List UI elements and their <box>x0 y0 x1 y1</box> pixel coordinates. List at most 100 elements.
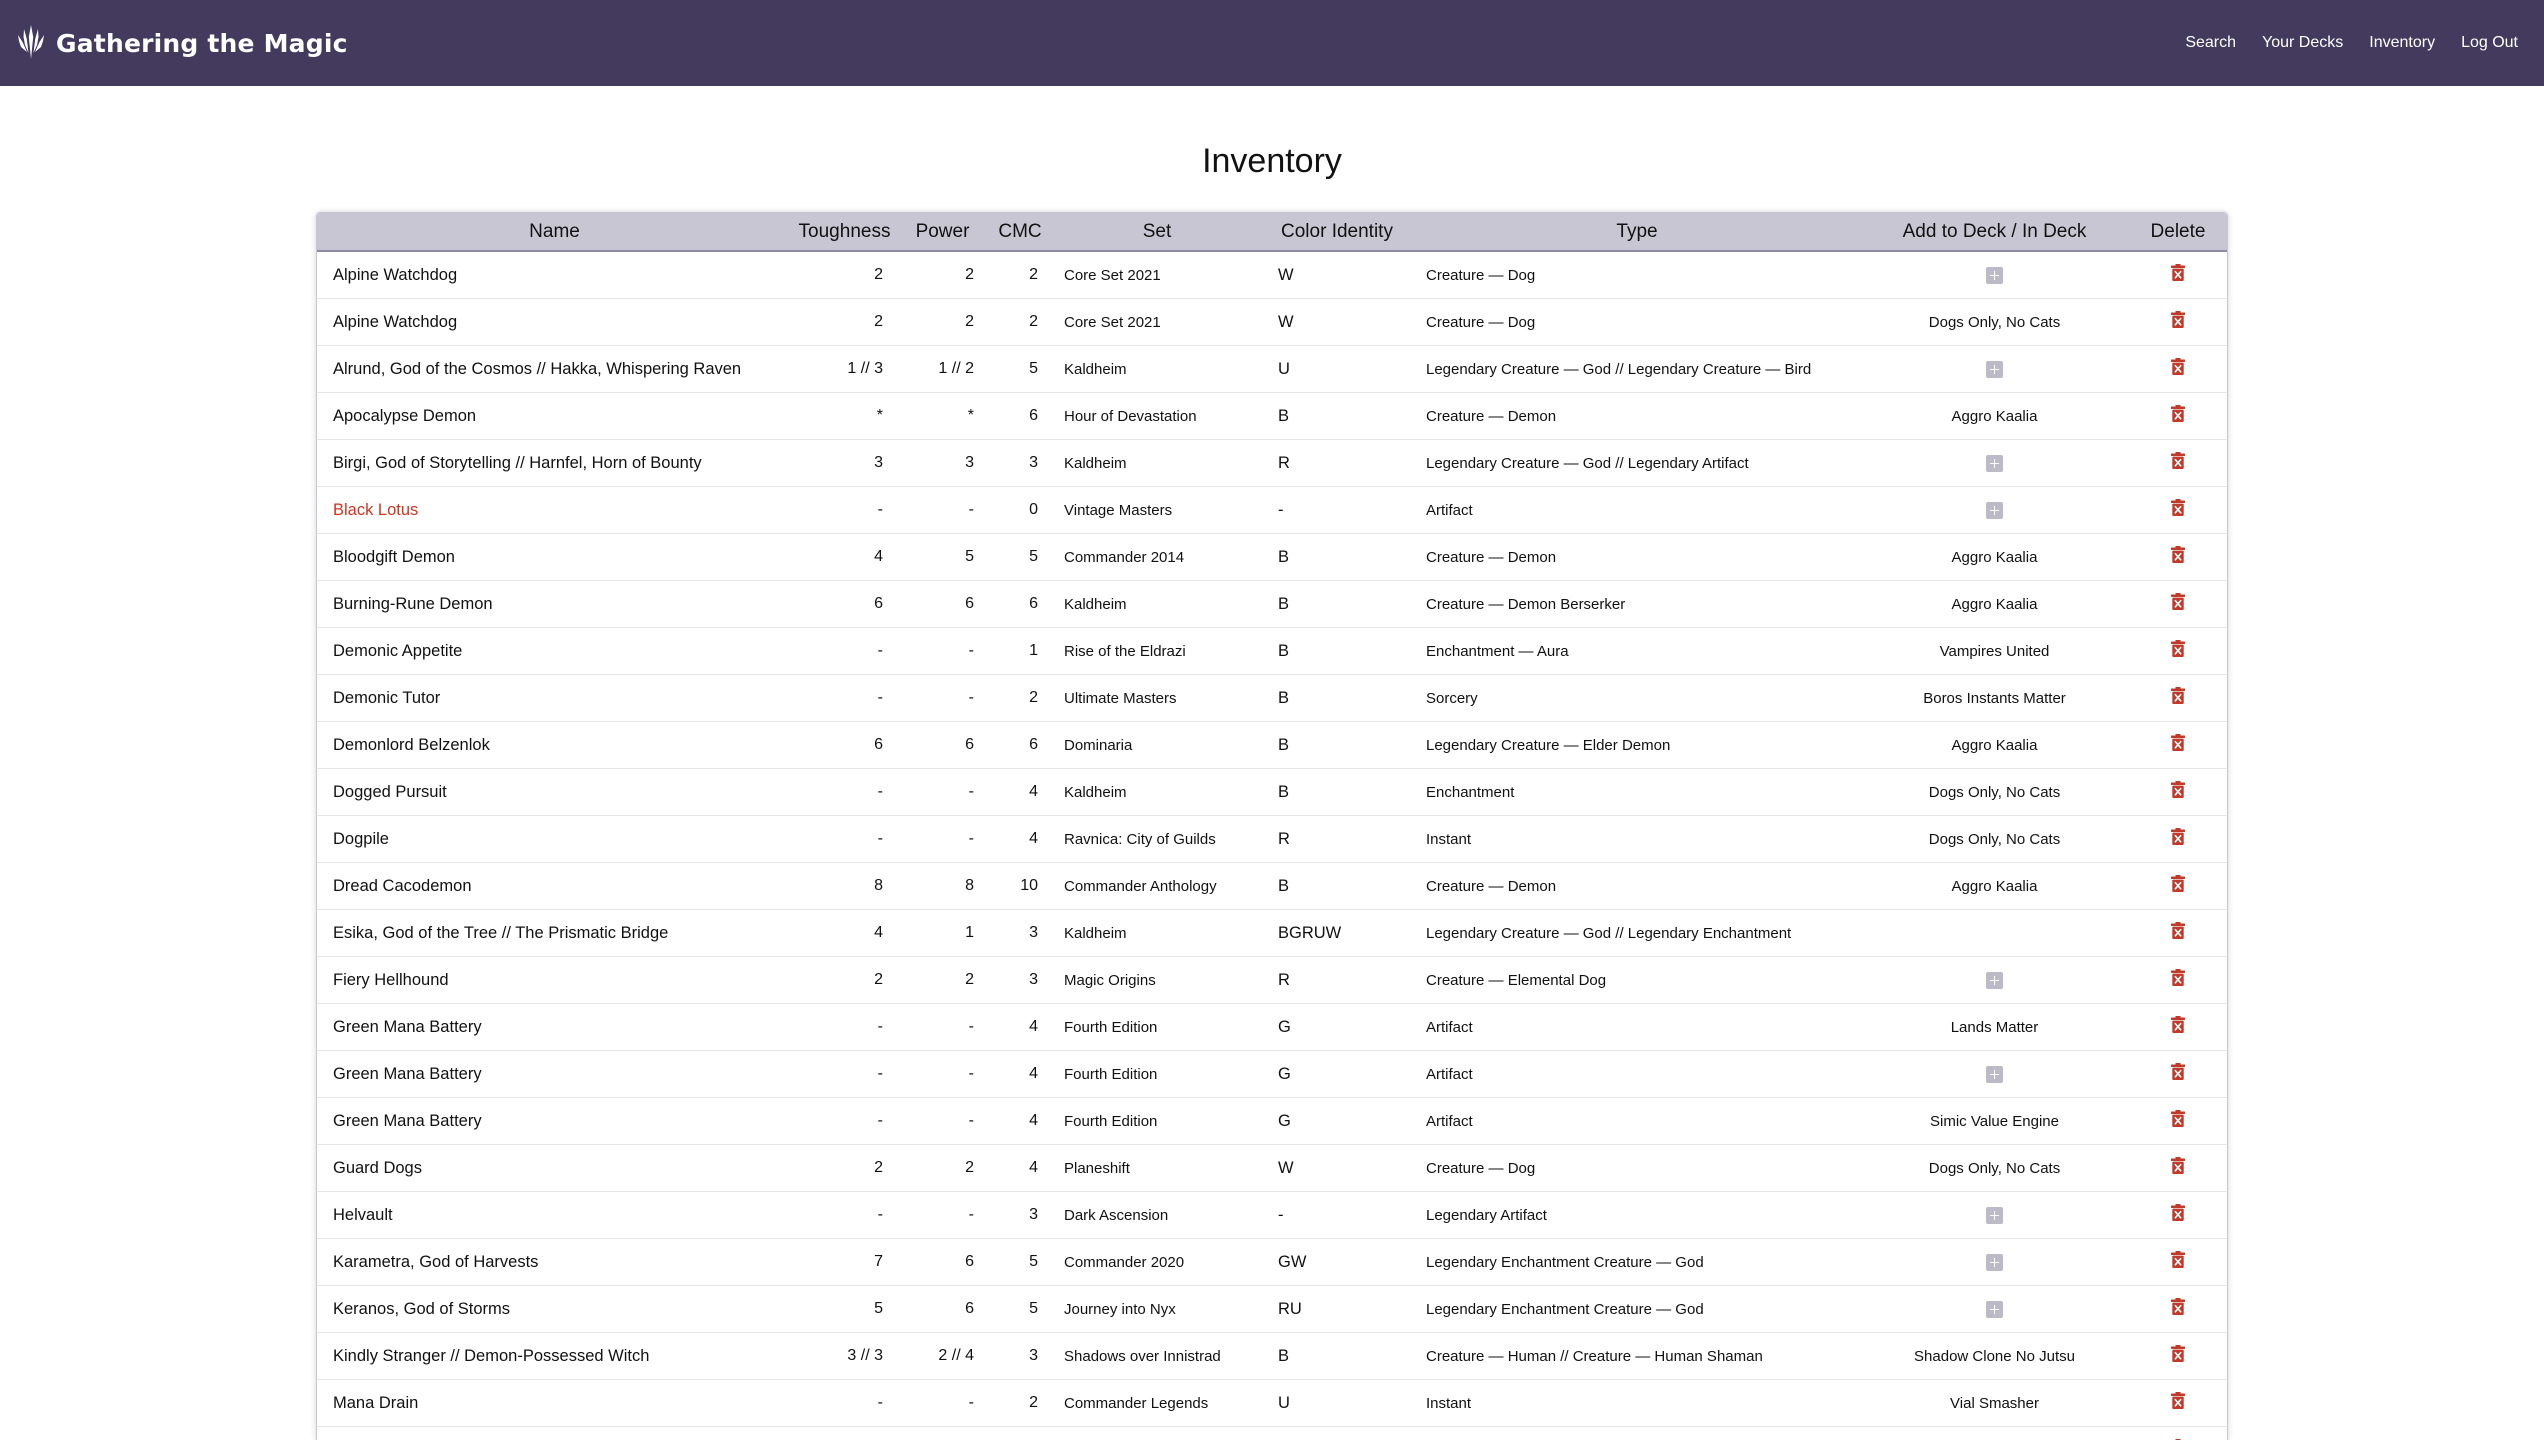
card-name[interactable]: Burning-Rune Demon <box>317 580 792 628</box>
card-name[interactable]: Guard Dogs <box>317 1144 792 1192</box>
nav-log-out-link[interactable]: Log Out <box>2461 34 2518 52</box>
add-to-deck-icon[interactable] <box>1986 971 2003 989</box>
column-header-power[interactable]: Power <box>897 213 988 252</box>
card-name[interactable]: Alrund, God of the Cosmos // Hakka, Whis… <box>317 345 792 393</box>
in-deck-label[interactable]: Vampires United <box>1940 643 2050 660</box>
inventory-table-container: Name Toughness Power CMC Set Color Ident… <box>316 212 2228 1440</box>
card-cmc: 3 <box>988 1191 1052 1239</box>
trash-icon[interactable] <box>2171 969 2185 991</box>
card-name[interactable]: Mana Drain <box>317 1379 792 1427</box>
trash-icon[interactable] <box>2171 1392 2185 1414</box>
card-name[interactable]: Helvault <box>317 1191 792 1239</box>
add-to-deck-icon[interactable] <box>1986 454 2003 472</box>
nav-search-link[interactable]: Search <box>2185 34 2236 52</box>
card-cmc: 4 <box>988 768 1052 816</box>
trash-icon[interactable] <box>2171 311 2185 333</box>
trash-icon[interactable] <box>2171 828 2185 850</box>
column-header-toughness[interactable]: Toughness <box>792 213 897 252</box>
trash-icon[interactable] <box>2171 1251 2185 1273</box>
add-to-deck-icon[interactable] <box>1986 360 2003 378</box>
card-name[interactable]: Keranos, God of Storms <box>317 1285 792 1333</box>
trash-icon[interactable] <box>2171 1110 2185 1132</box>
card-name[interactable]: Alpine Watchdog <box>317 251 792 299</box>
card-name[interactable]: Birgi, God of Storytelling // Harnfel, H… <box>317 439 792 487</box>
nav-your-decks-link[interactable]: Your Decks <box>2262 34 2343 52</box>
trash-icon[interactable] <box>2171 640 2185 662</box>
in-deck-label[interactable]: Aggro Kaalia <box>1952 549 2038 566</box>
card-name[interactable]: Green Mana Battery <box>317 1050 792 1098</box>
in-deck-label[interactable]: Dogs Only, No Cats <box>1929 831 2060 848</box>
add-to-deck-icon[interactable] <box>1986 1300 2003 1318</box>
trash-icon[interactable] <box>2171 687 2185 709</box>
deck-cell <box>1862 1285 2127 1333</box>
in-deck-label[interactable]: Shadow Clone No Jutsu <box>1914 1348 2075 1365</box>
card-name[interactable]: Bloodgift Demon <box>317 533 792 581</box>
column-header-delete[interactable]: Delete <box>2127 213 2227 252</box>
card-name[interactable]: Demonic Appetite <box>317 627 792 675</box>
card-name[interactable] <box>317 1426 792 1440</box>
trash-icon[interactable] <box>2171 781 2185 803</box>
card-name[interactable]: Black Lotus <box>317 486 792 534</box>
in-deck-label[interactable]: Aggro Kaalia <box>1952 737 2038 754</box>
card-name[interactable]: Demonic Tutor <box>317 674 792 722</box>
add-to-deck-icon[interactable] <box>1986 1065 2003 1083</box>
nav-inventory-link[interactable]: Inventory <box>2369 34 2435 52</box>
column-header-cmc[interactable]: CMC <box>988 213 1052 252</box>
in-deck-label[interactable]: Aggro Kaalia <box>1952 878 2038 895</box>
in-deck-label[interactable]: Aggro Kaalia <box>1952 408 2038 425</box>
add-to-deck-icon[interactable] <box>1986 501 2003 519</box>
card-name[interactable]: Dread Cacodemon <box>317 862 792 910</box>
card-power: 3 <box>897 439 988 487</box>
in-deck-label[interactable]: Lands Matter <box>1951 1019 2039 1036</box>
add-to-deck-icon[interactable] <box>1986 266 2003 284</box>
column-header-type[interactable]: Type <box>1412 213 1862 252</box>
in-deck-label[interactable]: Simic Value Engine <box>1930 1113 2059 1130</box>
card-name[interactable]: Alpine Watchdog <box>317 298 792 346</box>
trash-icon[interactable] <box>2171 1016 2185 1038</box>
card-set <box>1052 1426 1262 1440</box>
delete-cell <box>2127 909 2227 957</box>
card-name[interactable]: Dogged Pursuit <box>317 768 792 816</box>
card-name[interactable]: Green Mana Battery <box>317 1097 792 1145</box>
trash-icon[interactable] <box>2171 546 2185 568</box>
trash-icon[interactable] <box>2171 1204 2185 1226</box>
card-set: Rise of the Eldrazi <box>1052 627 1262 675</box>
column-header-set[interactable]: Set <box>1052 213 1262 252</box>
deck-cell <box>1862 345 2127 393</box>
in-deck-label[interactable]: Vial Smasher <box>1950 1395 2039 1412</box>
add-to-deck-icon[interactable] <box>1986 1253 2003 1271</box>
trash-icon[interactable] <box>2171 405 2185 427</box>
trash-icon[interactable] <box>2171 452 2185 474</box>
card-name[interactable]: Fiery Hellhound <box>317 956 792 1004</box>
delete-cell <box>2127 392 2227 440</box>
brand[interactable]: Gathering the Magic <box>16 23 348 63</box>
column-header-add-to-deck[interactable]: Add to Deck / In Deck <box>1862 213 2127 252</box>
trash-icon[interactable] <box>2171 499 2185 521</box>
add-to-deck-icon[interactable] <box>1986 1206 2003 1224</box>
card-name[interactable]: Demonlord Belzenlok <box>317 721 792 769</box>
in-deck-label[interactable]: Dogs Only, No Cats <box>1929 1160 2060 1177</box>
trash-icon[interactable] <box>2171 264 2185 286</box>
trash-icon[interactable] <box>2171 593 2185 615</box>
in-deck-label[interactable]: Boros Instants Matter <box>1923 690 2066 707</box>
card-name[interactable]: Esika, God of the Tree // The Prismatic … <box>317 909 792 957</box>
card-name[interactable]: Kindly Stranger // Demon-Possessed Witch <box>317 1332 792 1380</box>
trash-icon[interactable] <box>2171 1298 2185 1320</box>
trash-icon[interactable] <box>2171 922 2185 944</box>
trash-icon[interactable] <box>2171 734 2185 756</box>
in-deck-label[interactable]: Aggro Kaalia <box>1952 596 2038 613</box>
card-type: Legendary Creature — God // Legendary Cr… <box>1412 345 1862 393</box>
trash-icon[interactable] <box>2171 875 2185 897</box>
column-header-name[interactable]: Name <box>317 213 792 252</box>
card-name[interactable]: Dogpile <box>317 815 792 863</box>
card-name[interactable]: Karametra, God of Harvests <box>317 1238 792 1286</box>
in-deck-label[interactable]: Dogs Only, No Cats <box>1929 314 2060 331</box>
trash-icon[interactable] <box>2171 1345 2185 1367</box>
card-name[interactable]: Green Mana Battery <box>317 1003 792 1051</box>
trash-icon[interactable] <box>2171 1063 2185 1085</box>
column-header-color-identity[interactable]: Color Identity <box>1262 213 1412 252</box>
in-deck-label[interactable]: Dogs Only, No Cats <box>1929 784 2060 801</box>
card-name[interactable]: Apocalypse Demon <box>317 392 792 440</box>
trash-icon[interactable] <box>2171 1157 2185 1179</box>
trash-icon[interactable] <box>2171 358 2185 380</box>
